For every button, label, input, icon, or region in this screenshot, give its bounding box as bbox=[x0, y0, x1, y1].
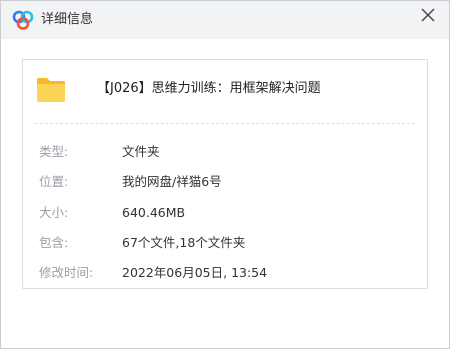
contains-value: 67个文件,18个文件夹 bbox=[122, 235, 246, 250]
size-value: 640.46MB bbox=[122, 205, 186, 220]
size-label: 大小: bbox=[39, 205, 69, 220]
info-row-modified: 修改时间: 2022年06月05日, 13:54 bbox=[23, 263, 427, 283]
info-row-contains: 包含: 67个文件,18个文件夹 bbox=[23, 233, 427, 253]
details-dialog: 详细信息 【J026】思维力训练：用框架解决问题 类型: 文件夹 位置: 我的网… bbox=[0, 0, 450, 349]
title-bar: 详细信息 bbox=[1, 1, 449, 39]
type-value: 文件夹 bbox=[122, 144, 160, 159]
baidu-netdisk-logo-icon bbox=[12, 10, 34, 30]
location-label: 位置: bbox=[39, 174, 69, 189]
info-row-size: 大小: 640.46MB bbox=[23, 203, 427, 223]
divider bbox=[35, 123, 415, 124]
close-icon[interactable] bbox=[417, 4, 439, 26]
info-row-type: 类型: 文件夹 bbox=[23, 142, 427, 162]
file-header: 【J026】思维力训练：用框架解决问题 bbox=[23, 60, 427, 122]
file-name: 【J026】思维力训练：用框架解决问题 bbox=[97, 81, 321, 96]
type-label: 类型: bbox=[39, 144, 69, 159]
modified-label: 修改时间: bbox=[39, 265, 94, 280]
dialog-title: 详细信息 bbox=[41, 12, 94, 27]
folder-icon bbox=[37, 78, 65, 102]
modified-value: 2022年06月05日, 13:54 bbox=[122, 265, 268, 280]
location-value[interactable]: 我的网盘/祥猫6号 bbox=[122, 172, 222, 192]
details-panel: 【J026】思维力训练：用框架解决问题 类型: 文件夹 位置: 我的网盘/祥猫6… bbox=[22, 59, 428, 289]
info-row-location: 位置: 我的网盘/祥猫6号 bbox=[23, 172, 427, 192]
contains-label: 包含: bbox=[39, 235, 69, 250]
